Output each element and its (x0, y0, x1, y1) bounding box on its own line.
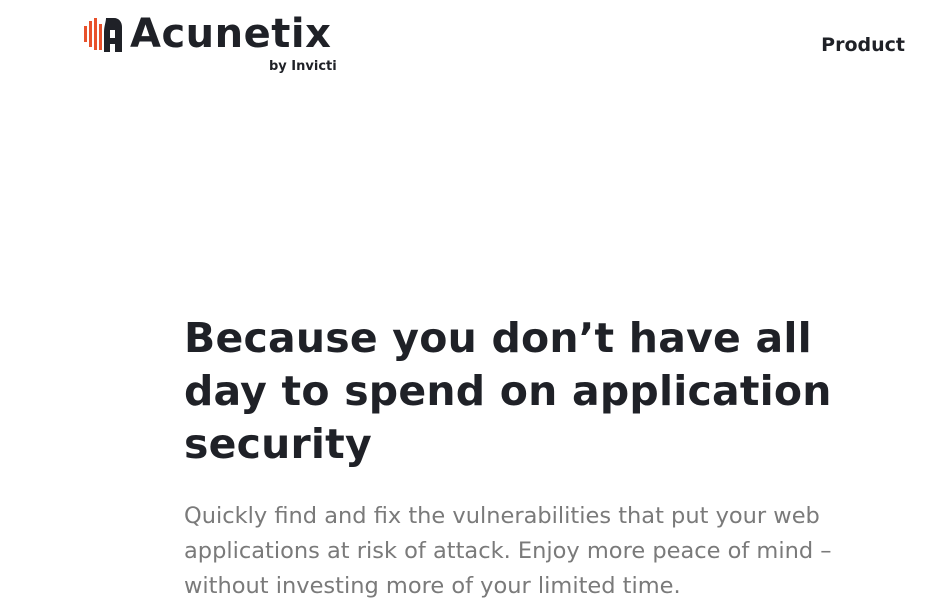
hero-description: Quickly find and fix the vulnerabilities… (184, 503, 832, 599)
acunetix-logo-link[interactable]: Acunetix by Invicti (84, 11, 344, 76)
logo-wordmark: Acunetix (130, 11, 332, 57)
logo-subtitle: by Invicti (269, 59, 337, 74)
hero-title: Because you don’t have all day to spend … (184, 314, 832, 468)
site-header: Acunetix by Invicti Product (0, 0, 947, 90)
nav-product-link[interactable]: Product (821, 34, 905, 56)
acunetix-logo-mark-icon (84, 18, 122, 52)
hero-section: Because you don’t have all day to spend … (184, 312, 904, 604)
